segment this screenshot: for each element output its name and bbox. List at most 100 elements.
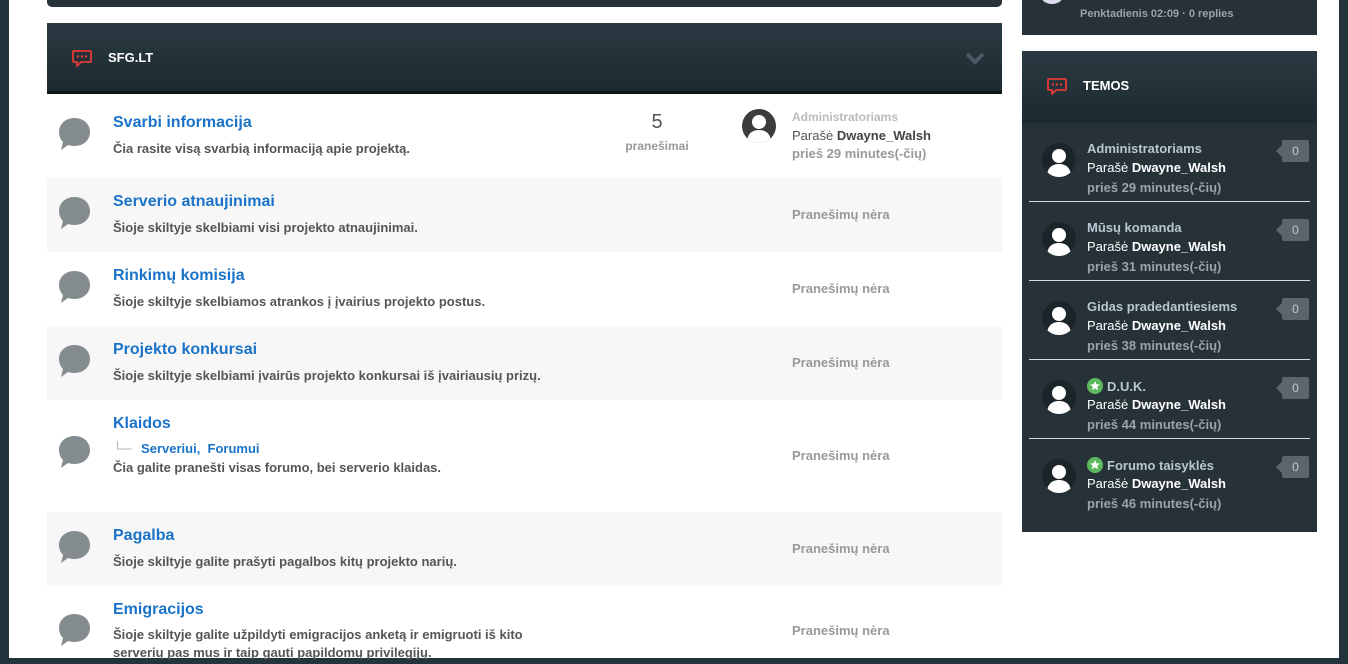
forum-bubble-icon <box>59 271 90 303</box>
topic-author: Parašė Dwayne_Walsh <box>1087 160 1226 175</box>
topic-author: Parašė Dwayne_Walsh <box>1087 397 1226 412</box>
reply-count-badge: 0 <box>1276 298 1309 320</box>
pinned-star-icon <box>1087 378 1103 394</box>
topic-title-link[interactable]: Administratoriams <box>1087 141 1202 156</box>
topic-time: prieš 31 minutes(-čių) <box>1087 259 1222 274</box>
post-count: 5 <box>651 111 663 133</box>
topic-title-link[interactable]: Mūsų komanda <box>1087 220 1182 235</box>
last-post-topic-link[interactable]: Administratoriams <box>792 110 898 124</box>
author-link[interactable]: Dwayne_Walsh <box>1132 239 1226 254</box>
subforum-tree-icon: └─ <box>113 441 132 456</box>
subforum-link[interactable]: Serveriui, <box>141 441 200 456</box>
user-icon <box>747 115 771 143</box>
topic-author: Parašė Dwayne_Walsh <box>1087 239 1226 254</box>
reply-count-badge: 0 <box>1276 456 1309 478</box>
topic-title-wrap: Forumo taisyklės <box>1087 457 1214 473</box>
forum-bubble-icon <box>59 436 90 468</box>
forum-title-link[interactable]: Emigracijos <box>113 601 204 619</box>
forum-description: Šioje skiltyje skelbiami įvairūs projekt… <box>113 368 541 383</box>
forum-bubble-icon <box>59 197 90 229</box>
author-link[interactable]: Dwayne_Walsh <box>1132 160 1226 175</box>
avatar[interactable] <box>1042 222 1076 256</box>
subforum-list: └─ Serveriui, Forumui <box>113 441 260 456</box>
author-link[interactable]: Dwayne_Walsh <box>1132 476 1226 491</box>
user-icon <box>1047 386 1071 414</box>
no-posts-text: Pranešimų nėra <box>792 281 890 296</box>
author-link[interactable]: Dwayne_Walsh <box>1132 397 1226 412</box>
forum-bubble-icon <box>59 118 90 150</box>
previous-category-footer <box>47 0 1002 7</box>
topic-item: Forumo taisyklės Parašė Dwayne_Walsh pri… <box>1022 439 1317 518</box>
sidebar-topics-block: TEMOS Administratoriams Parašė Dwayne_Wa… <box>1022 51 1317 532</box>
forum-title-link[interactable]: Projekto konkursai <box>113 341 257 359</box>
last-post-time: prieš 29 minutes(-čių) <box>792 146 927 161</box>
topic-list: Administratoriams Parašė Dwayne_Walsh pr… <box>1022 123 1317 518</box>
avatar[interactable] <box>1042 459 1076 493</box>
no-posts-text: Pranešimų nėra <box>792 207 890 222</box>
topic-title-wrap: D.U.K. <box>1087 378 1146 394</box>
comment-icon <box>72 50 92 67</box>
forum-description: Šioje skiltyje skelbiamos atrankos į įva… <box>113 294 486 309</box>
forum-title-link[interactable]: Svarbi informacija <box>113 114 252 132</box>
avatar[interactable] <box>742 109 776 143</box>
forum-row: Projekto konkursai Šioje skiltyje skelbi… <box>47 326 1002 400</box>
last-post-author: Parašė Dwayne_Walsh <box>792 128 931 143</box>
forum-row: Pagalba Šioje skiltyje galite prašyti pa… <box>47 512 1002 586</box>
chevron-down-icon[interactable] <box>965 51 985 65</box>
user-icon <box>1047 465 1071 493</box>
topic-time: prieš 38 minutes(-čių) <box>1087 338 1222 353</box>
reply-count-badge: 0 <box>1276 219 1309 241</box>
topic-time: prieš 44 minutes(-čių) <box>1087 417 1222 432</box>
forum-bubble-icon <box>59 614 90 646</box>
forum-description: Čia rasite visą svarbią informaciją apie… <box>113 141 410 156</box>
comment-icon <box>1047 78 1067 95</box>
no-posts-text: Pranešimų nėra <box>792 355 890 370</box>
forum-description: Šioje skiltyje galite užpildyti emigraci… <box>113 627 523 642</box>
topic-time: prieš 29 minutes(-čių) <box>1087 180 1222 195</box>
author-link[interactable]: Dwayne_Walsh <box>837 128 931 143</box>
topic-item: Mūsų komanda Parašė Dwayne_Walsh prieš 3… <box>1022 202 1317 281</box>
forum-title-link[interactable]: Rinkimų komisija <box>113 267 245 285</box>
sidebar-title: TEMOS <box>1083 78 1130 93</box>
sidebar-previous-meta: Penktadienis 02:09 · 0 replies <box>1080 8 1234 20</box>
sidebar-previous-block: Penktadienis 02:09 · 0 replies <box>1022 0 1317 35</box>
forum-bubble-icon <box>59 345 90 377</box>
author-link[interactable]: Dwayne_Walsh <box>1132 318 1226 333</box>
user-icon <box>1047 149 1071 177</box>
subforum-link[interactable]: Forumui <box>208 441 260 456</box>
forum-title-link[interactable]: Pagalba <box>113 527 174 545</box>
topic-item: Gidas pradedantiesiems Parašė Dwayne_Wal… <box>1022 281 1317 360</box>
user-icon <box>1047 307 1071 335</box>
forum-title-link[interactable]: Klaidos <box>113 415 171 433</box>
topic-title-link[interactable]: Gidas pradedantiesiems <box>1087 299 1237 314</box>
forum-description: Šioje skiltyje galite prašyti pagalbos k… <box>113 554 457 569</box>
reply-count-badge: 0 <box>1276 377 1309 399</box>
avatar[interactable] <box>1042 301 1076 335</box>
topic-item: D.U.K. Parašė Dwayne_Walsh prieš 44 minu… <box>1022 360 1317 439</box>
forum-row: Rinkimų komisija Šioje skiltyje skelbiam… <box>47 252 1002 326</box>
category-title: SFG.LT <box>108 50 154 65</box>
avatar[interactable] <box>1042 143 1076 177</box>
pinned-star-icon <box>1087 457 1103 473</box>
avatar[interactable] <box>1042 380 1076 414</box>
forum-row: Serverio atnaujinimai Šioje skiltyje ske… <box>47 178 1002 252</box>
topic-item: Administratoriams Parašė Dwayne_Walsh pr… <box>1022 123 1317 202</box>
forum-row: Klaidos └─ Serveriui, Forumui Čia galite… <box>47 400 1002 512</box>
page: SFG.LT Svarbi informacija Čia rasite vis… <box>9 0 1339 660</box>
category-header: SFG.LT <box>47 23 1002 94</box>
user-icon <box>1047 228 1071 256</box>
sidebar-header: TEMOS <box>1022 51 1317 123</box>
topic-author: Parašė Dwayne_Walsh <box>1087 318 1226 333</box>
topic-author: Parašė Dwayne_Walsh <box>1087 476 1226 491</box>
forum-row: Emigracijos Šioje skiltyje galite užpild… <box>47 586 1002 664</box>
post-count-label: pranešimai <box>625 139 689 153</box>
forum-title-link[interactable]: Serverio atnaujinimai <box>113 193 275 211</box>
topic-time: prieš 46 minutes(-čių) <box>1087 496 1222 511</box>
forum-list: Svarbi informacija Čia rasite visą svarb… <box>47 94 1002 664</box>
topic-title-link[interactable]: D.U.K. <box>1107 379 1146 394</box>
forum-bubble-icon <box>59 531 90 563</box>
reply-count-badge: 0 <box>1276 140 1309 162</box>
topic-title-link[interactable]: Forumo taisyklės <box>1107 458 1214 473</box>
forum-description: Čia galite pranešti visas forumo, bei se… <box>113 460 442 475</box>
avatar <box>1040 0 1064 4</box>
